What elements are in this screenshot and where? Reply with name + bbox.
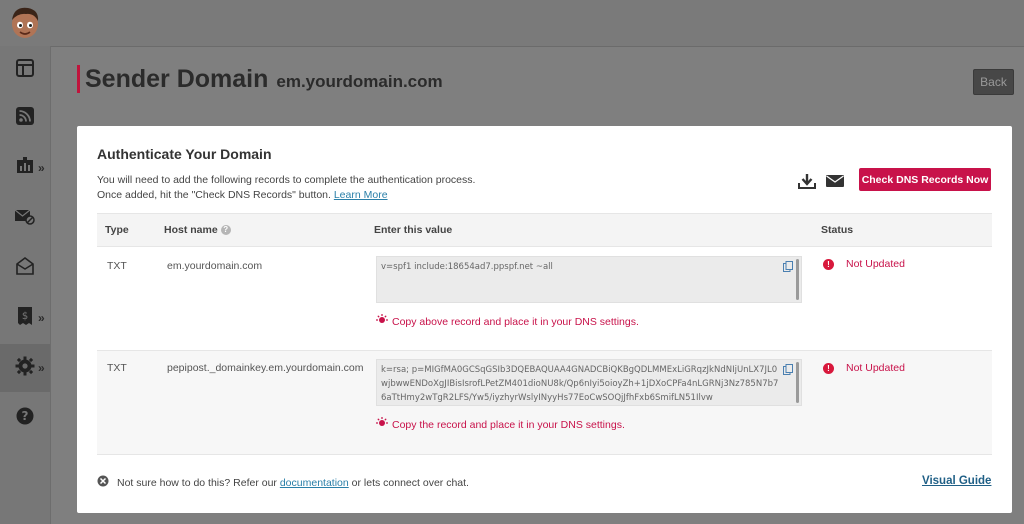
top-bar [0, 0, 1024, 47]
record-value-field[interactable]: v=spf1 include:18654ad7.ppspf.net ~all [376, 256, 802, 303]
scrollbar[interactable] [796, 259, 799, 300]
copy-icon[interactable] [783, 364, 793, 380]
page-header: Sender Domain em.yourdomain.com [77, 65, 443, 93]
sidebar-item-settings[interactable]: » [0, 344, 50, 392]
mail-icon [826, 174, 844, 193]
close-circle-icon [97, 475, 109, 490]
copy-hint-text: Copy above record and place it in your D… [392, 315, 639, 328]
help-icon[interactable]: ? [220, 225, 231, 236]
record-host: pepipost._domainkey.em.yourdomain.com [167, 362, 364, 374]
sidebar: » $ » » ? [0, 46, 51, 524]
copy-icon[interactable] [783, 261, 793, 277]
copy-hint: Copy the record and place it in your DNS… [376, 417, 625, 432]
copy-hint-text: Copy the record and place it in your DNS… [392, 418, 625, 431]
sidebar-item-dashboard[interactable] [0, 46, 50, 94]
chart-icon [16, 156, 34, 180]
alert-icon: ! [823, 258, 834, 270]
bulb-icon [376, 417, 388, 432]
sidebar-item-templates[interactable] [0, 244, 50, 292]
svg-text:$: $ [22, 311, 28, 322]
chevron-right-icon: » [38, 361, 45, 375]
status-badge: ! Not Updated [823, 362, 905, 374]
modal-description: You will need to add the following recor… [97, 173, 475, 203]
page-title: Sender Domain [85, 65, 269, 93]
open-mail-icon [16, 256, 34, 280]
status-badge: ! Not Updated [823, 258, 905, 270]
chevron-right-icon: » [38, 311, 45, 325]
sidebar-item-help[interactable]: ? [0, 394, 50, 442]
help-note-suffix: or lets connect over chat. [351, 476, 469, 489]
email-records-button[interactable] [825, 174, 845, 192]
help-note: Not sure how to do this? Refer our docum… [97, 475, 469, 490]
copy-hint: Copy above record and place it in your D… [376, 314, 639, 329]
record-type: TXT [107, 362, 127, 374]
user-avatar[interactable] [8, 4, 42, 42]
modal-title: Authenticate Your Domain [97, 146, 272, 162]
column-value: Enter this value [374, 224, 453, 236]
page-domain: em.yourdomain.com [276, 72, 443, 91]
download-button[interactable] [797, 173, 817, 194]
visual-guide-link[interactable]: Visual Guide [922, 475, 991, 487]
mail-blocked-icon [14, 207, 35, 230]
help-glyph: ? [22, 409, 29, 423]
column-type: Type [105, 224, 129, 236]
records-table-header: Type Host name? Enter this value Status [97, 213, 992, 247]
scrollbar[interactable] [796, 362, 799, 403]
gear-icon [15, 356, 35, 381]
record-value-field[interactable]: k=rsa; p=MIGfMA0GCSqGSIb3DQEBAQUAA4GNADC… [376, 359, 802, 406]
help-icon: ? [16, 407, 34, 430]
table-row: TXT em.yourdomain.com v=spf1 include:186… [97, 246, 992, 351]
help-note-prefix: Not sure how to do this? Refer our [117, 476, 277, 489]
record-type: TXT [107, 260, 127, 272]
record-value: k=rsa; p=MIGfMA0GCSqGSIb3DQEBAQUAA4GNADC… [381, 365, 779, 403]
description-text: Once added, hit the "Check DNS Records" … [97, 189, 331, 201]
sidebar-item-reports[interactable]: » [0, 144, 50, 192]
dashboard-icon [16, 58, 34, 82]
sidebar-item-billing[interactable]: $ » [0, 294, 50, 342]
check-dns-records-button[interactable]: Check DNS Records Now [859, 168, 991, 191]
description-line-1: You will need to add the following recor… [97, 174, 476, 186]
record-host: em.yourdomain.com [167, 260, 263, 272]
billing-icon: $ [17, 306, 33, 331]
record-value: v=spf1 include:18654ad7.ppspf.net ~all [381, 262, 553, 272]
column-status: Status [821, 224, 854, 236]
bulb-icon [376, 314, 388, 329]
table-row: TXT pepipost._domainkey.em.yourdomain.co… [97, 351, 992, 455]
column-host-label: Host name [164, 224, 218, 236]
authenticate-domain-modal: Authenticate Your Domain You will need t… [77, 126, 1012, 513]
learn-more-link[interactable]: Learn More [334, 189, 388, 201]
status-text: Not Updated [846, 258, 905, 270]
documentation-link[interactable]: documentation [280, 477, 349, 489]
chevron-right-icon: » [38, 161, 45, 175]
download-icon [798, 173, 816, 194]
sidebar-item-feed[interactable] [0, 94, 50, 142]
help-note-text: Not sure how to do this? Refer our docum… [117, 477, 469, 489]
alert-icon: ! [823, 362, 834, 374]
back-button[interactable]: Back [973, 69, 1014, 95]
sidebar-item-suppressions[interactable] [0, 194, 50, 242]
status-text: Not Updated [846, 362, 905, 374]
column-host-name: Host name? [164, 224, 231, 236]
description-line-2: Once added, hit the "Check DNS Records" … [97, 188, 475, 203]
rss-icon [16, 106, 34, 130]
